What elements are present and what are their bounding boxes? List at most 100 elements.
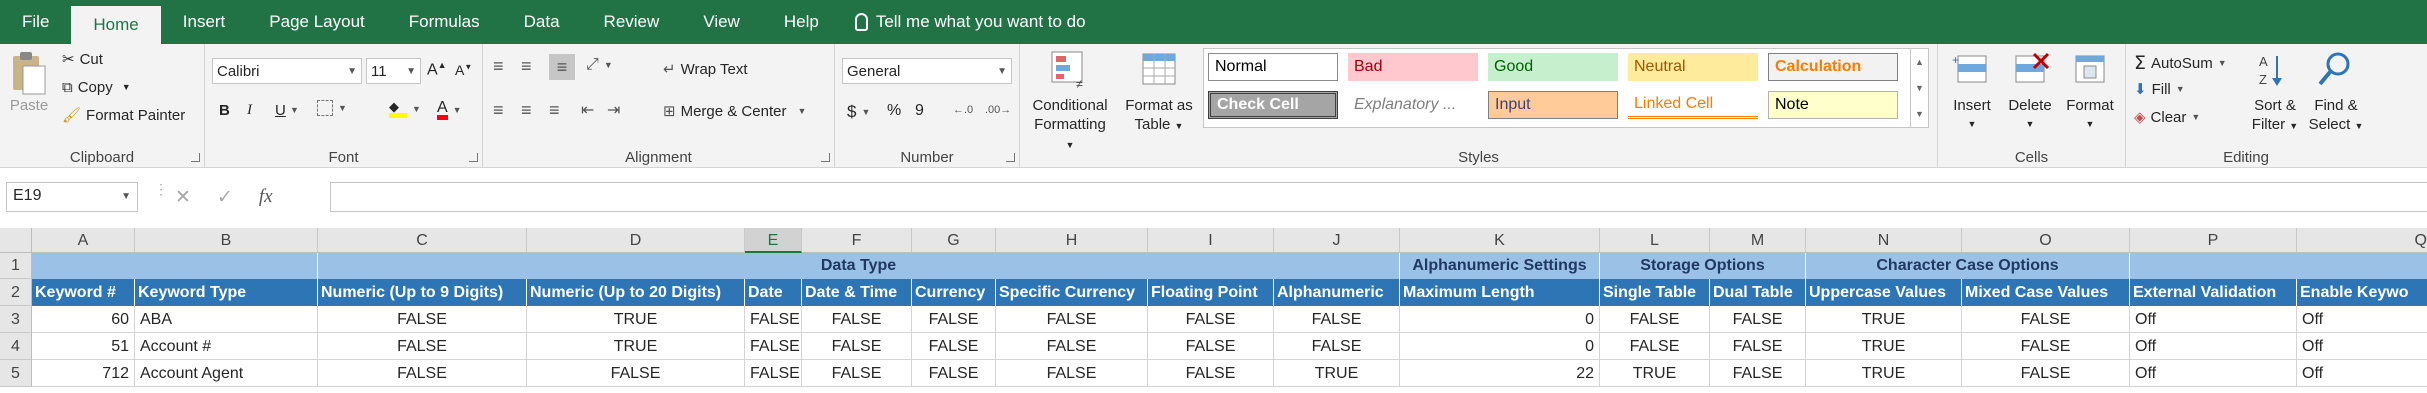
table-cell[interactable]: TRUE: [1806, 306, 1962, 333]
copy-button[interactable]: ⧉ Copy ▼: [62, 78, 131, 96]
middle-align-icon[interactable]: ≡: [521, 56, 532, 77]
header-uppercase-values[interactable]: Uppercase Values: [1806, 279, 1962, 306]
table-cell[interactable]: FALSE: [1600, 333, 1710, 360]
style-check-cell[interactable]: Check Cell: [1208, 91, 1338, 119]
style-neutral[interactable]: Neutral: [1628, 53, 1758, 81]
column-header-l[interactable]: L: [1600, 228, 1710, 253]
header-specific-currency[interactable]: Specific Currency: [996, 279, 1148, 306]
gallery-scroll[interactable]: ▲ ▼ ▼: [1910, 49, 1928, 127]
table-cell[interactable]: FALSE: [1710, 360, 1806, 387]
table-cell[interactable]: 0: [1400, 306, 1600, 333]
table-cell[interactable]: FALSE: [1600, 306, 1710, 333]
tab-data[interactable]: Data: [502, 0, 582, 44]
group-header-character-case[interactable]: Character Case Options: [1806, 253, 2130, 279]
header-floating-point[interactable]: Floating Point: [1148, 279, 1274, 306]
italic-button[interactable]: I: [247, 102, 252, 119]
tab-help[interactable]: Help: [762, 0, 841, 44]
column-header-q[interactable]: Q: [2297, 228, 2427, 253]
header-numeric-20[interactable]: Numeric (Up to 20 Digits): [527, 279, 745, 306]
table-cell[interactable]: TRUE: [527, 333, 745, 360]
cancel-icon[interactable]: ✕: [175, 186, 191, 209]
table-cell[interactable]: FALSE: [802, 306, 912, 333]
style-good[interactable]: Good: [1488, 53, 1618, 81]
column-header-c[interactable]: C: [318, 228, 527, 253]
row-header-3[interactable]: 3: [0, 306, 32, 333]
row-header-1[interactable]: 1: [0, 253, 32, 279]
column-header-g[interactable]: G: [912, 228, 996, 253]
group-header-blank-right[interactable]: [2130, 253, 2427, 279]
clear-button[interactable]: ◈ Clear ▼: [2134, 108, 2200, 126]
table-cell[interactable]: FALSE: [318, 333, 527, 360]
table-cell[interactable]: FALSE: [996, 360, 1148, 387]
column-header-p[interactable]: P: [2130, 228, 2297, 253]
decrease-decimal-icon[interactable]: .00→: [985, 104, 1011, 116]
dialog-launcher-icon[interactable]: [469, 153, 478, 162]
header-keyword-number[interactable]: Keyword #: [32, 279, 135, 306]
header-maximum-length[interactable]: Maximum Length: [1400, 279, 1600, 306]
insert-function-icon[interactable]: fx: [259, 186, 273, 208]
table-cell[interactable]: FALSE: [318, 360, 527, 387]
table-cell[interactable]: 712: [32, 360, 135, 387]
header-date[interactable]: Date: [745, 279, 802, 306]
row-header-2[interactable]: 2: [0, 279, 32, 306]
formula-input[interactable]: [330, 182, 2427, 212]
sort-filter-button[interactable]: AZ Sort & Filter ▼: [2246, 50, 2304, 136]
chevron-down-icon[interactable]: ▼: [290, 105, 299, 115]
font-family-select[interactable]: Calibri ▼: [212, 58, 362, 84]
table-cell[interactable]: Account Agent: [135, 360, 318, 387]
header-alphanumeric[interactable]: Alphanumeric: [1274, 279, 1400, 306]
table-cell[interactable]: FALSE: [318, 306, 527, 333]
table-cell[interactable]: FALSE: [912, 333, 996, 360]
table-cell[interactable]: FALSE: [802, 333, 912, 360]
dialog-launcher-icon[interactable]: [821, 153, 830, 162]
table-cell[interactable]: FALSE: [1962, 360, 2130, 387]
dialog-launcher-icon[interactable]: [1006, 153, 1015, 162]
tab-home[interactable]: Home: [71, 6, 161, 44]
percent-button[interactable]: %: [887, 102, 901, 120]
header-enable-keyword[interactable]: Enable Keywo: [2297, 279, 2427, 306]
table-cell[interactable]: Off: [2297, 333, 2427, 360]
enter-icon[interactable]: ✓: [217, 186, 233, 209]
row-header-5[interactable]: 5: [0, 360, 32, 387]
style-calculation[interactable]: Calculation: [1768, 53, 1898, 81]
fill-color-button[interactable]: ◆ ▼: [389, 100, 421, 118]
align-center-icon[interactable]: ≡: [521, 100, 532, 121]
header-dual-table[interactable]: Dual Table: [1710, 279, 1806, 306]
table-cell[interactable]: Off: [2297, 306, 2427, 333]
column-header-m[interactable]: M: [1710, 228, 1806, 253]
drag-handle-icon[interactable]: ⋮: [154, 182, 168, 208]
table-cell[interactable]: FALSE: [1962, 306, 2130, 333]
table-cell[interactable]: FALSE: [1148, 360, 1274, 387]
table-cell[interactable]: FALSE: [912, 360, 996, 387]
conditional-formatting-button[interactable]: ≠ Conditional Formatting ▼: [1030, 50, 1110, 155]
number-format-select[interactable]: General ▼: [842, 58, 1012, 84]
style-note[interactable]: Note: [1768, 91, 1898, 119]
tell-me-search[interactable]: Tell me what you want to do: [854, 0, 1086, 44]
align-right-icon[interactable]: ≡: [549, 100, 560, 121]
table-cell[interactable]: FALSE: [912, 306, 996, 333]
column-header-e[interactable]: E: [745, 228, 802, 253]
table-cell[interactable]: FALSE: [996, 333, 1148, 360]
table-cell[interactable]: FALSE: [996, 306, 1148, 333]
table-cell[interactable]: FALSE: [527, 360, 745, 387]
decrease-indent-icon[interactable]: ⇤: [581, 100, 594, 120]
table-cell[interactable]: FALSE: [1962, 333, 2130, 360]
tab-formulas[interactable]: Formulas: [387, 0, 502, 44]
tab-view[interactable]: View: [681, 0, 762, 44]
wrap-text-button[interactable]: ↵ Wrap Text: [663, 60, 748, 78]
orientation-icon[interactable]: ⤢ ▼: [586, 56, 613, 74]
bold-button[interactable]: B: [219, 102, 230, 119]
bottom-align-icon[interactable]: ≡: [549, 54, 575, 80]
currency-button[interactable]: $ ▼: [847, 102, 870, 122]
tab-page-layout[interactable]: Page Layout: [247, 0, 386, 44]
table-cell[interactable]: 51: [32, 333, 135, 360]
decrease-font-button[interactable]: A▼: [455, 62, 472, 78]
table-cell[interactable]: TRUE: [1806, 333, 1962, 360]
name-box[interactable]: E19 ▼: [6, 182, 138, 212]
table-cell[interactable]: FALSE: [1148, 333, 1274, 360]
table-cell[interactable]: FALSE: [802, 360, 912, 387]
cut-button[interactable]: ✂ Cut: [62, 50, 103, 68]
row-header-4[interactable]: 4: [0, 333, 32, 360]
column-header-o[interactable]: O: [1962, 228, 2130, 253]
column-header-h[interactable]: H: [996, 228, 1148, 253]
